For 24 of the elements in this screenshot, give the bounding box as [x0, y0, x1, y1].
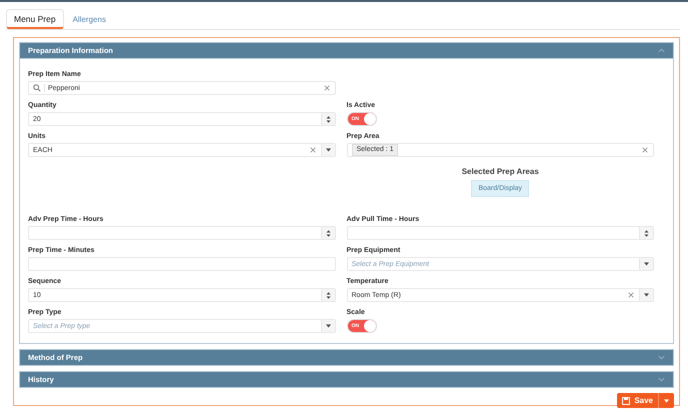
dropdown-icon[interactable]: [639, 258, 653, 270]
input-field[interactable]: [346, 226, 654, 240]
section-title: Selected Prep Areas: [460, 167, 540, 176]
floppy-icon: [622, 396, 630, 404]
spinner-icon[interactable]: [320, 289, 334, 301]
input-field[interactable]: [28, 226, 336, 240]
dropdown-icon[interactable]: [639, 289, 653, 301]
chevron-icon: [658, 377, 665, 382]
clear-icon[interactable]: [642, 147, 648, 153]
spinner-icon[interactable]: [320, 227, 334, 239]
spinner-icon[interactable]: [320, 113, 334, 125]
chevron-icon: [658, 355, 665, 360]
save-button[interactable]: Save: [617, 393, 674, 408]
tab[interactable]: Menu Prep: [6, 9, 64, 29]
tab[interactable]: Allergens: [66, 9, 113, 29]
clear-icon[interactable]: [324, 85, 330, 91]
chevron-icon: [658, 48, 665, 53]
dropdown-icon[interactable]: [320, 144, 334, 156]
dropdown-icon[interactable]: [320, 320, 334, 332]
spinner-icon[interactable]: [639, 227, 653, 239]
caret-icon: [664, 398, 669, 402]
clear-icon[interactable]: [310, 147, 316, 153]
search-icon: [33, 84, 45, 92]
clear-icon[interactable]: [628, 292, 634, 298]
